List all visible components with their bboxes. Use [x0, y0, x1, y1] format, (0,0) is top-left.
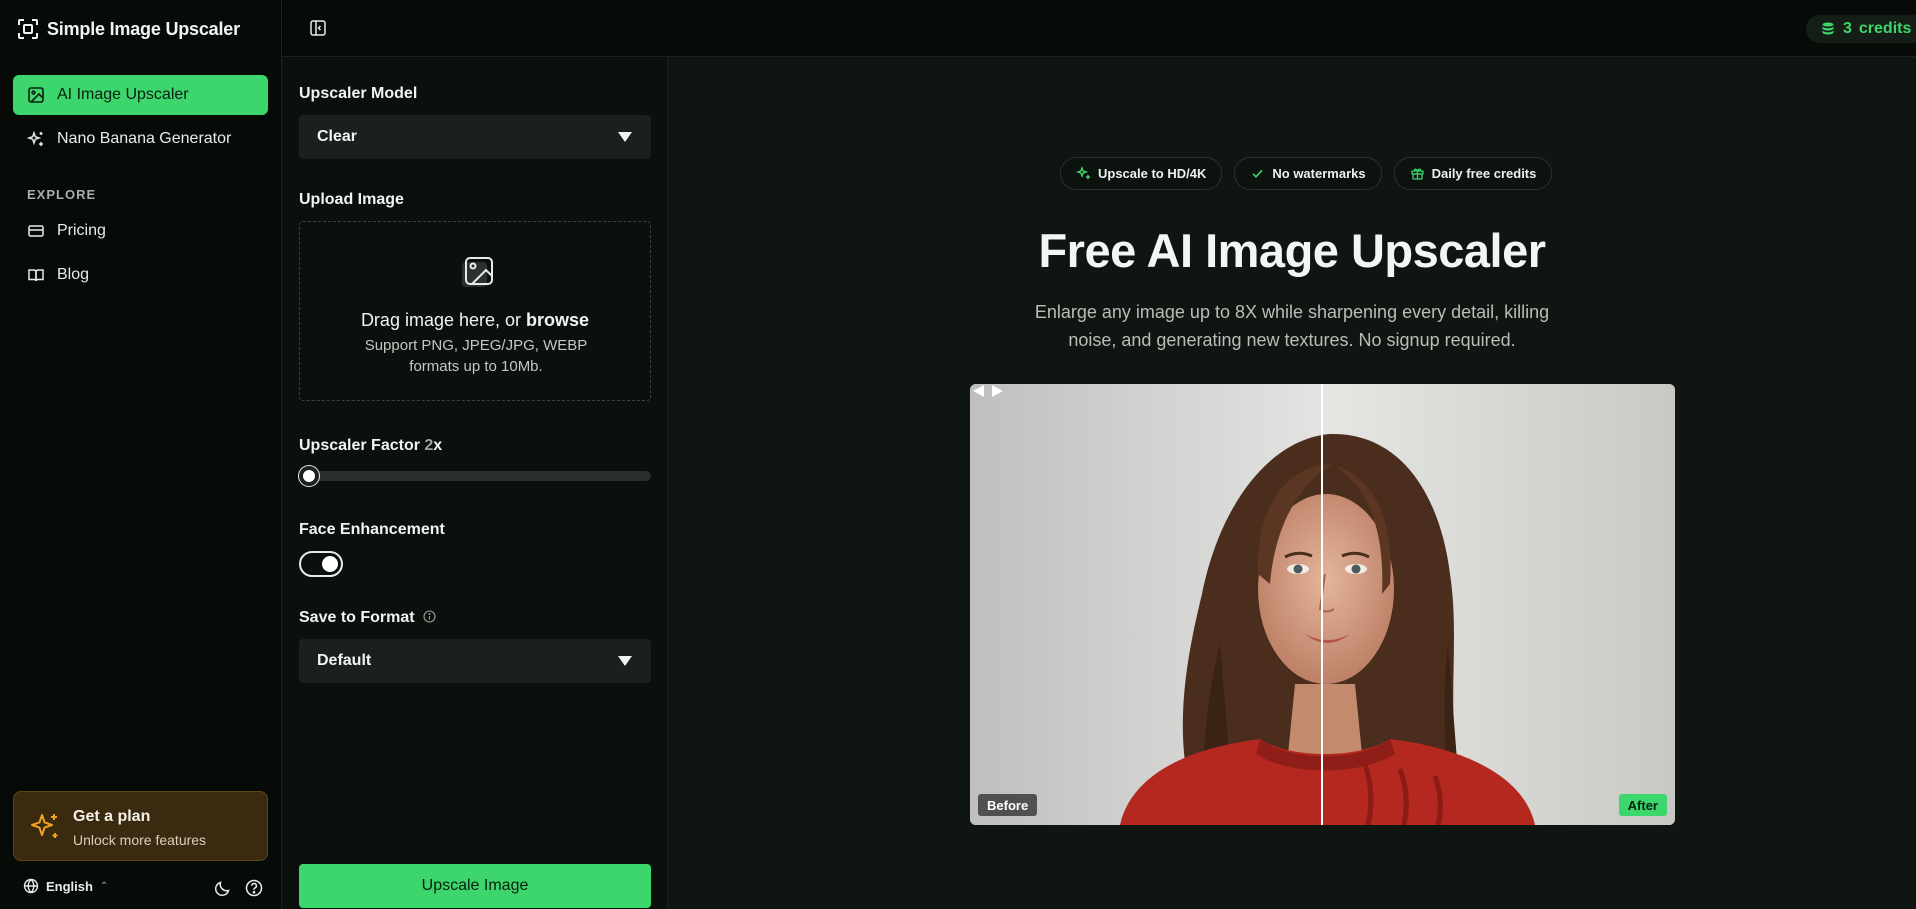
hero-subtitle: Enlarge any image up to 8X while sharpen… [1034, 302, 1550, 350]
sidebar-toggle-icon[interactable] [309, 19, 327, 37]
sparkle-icon [31, 814, 58, 838]
sidebar-item-label: Nano Banana Generator [57, 130, 232, 147]
browse-link[interactable]: browse [526, 310, 589, 330]
image-icon [28, 87, 44, 103]
coins-icon [1822, 22, 1834, 35]
feature-badges: Upscale to HD/4K No watermarks Daily fre… [1060, 157, 1553, 190]
face-enhancement-toggle[interactable] [299, 551, 343, 577]
badge-upscale-hd: Upscale to HD/4K [1060, 157, 1223, 190]
factor-slider-track[interactable] [299, 471, 651, 481]
format-select[interactable]: Default [299, 639, 651, 683]
model-label: Upscaler Model [299, 85, 418, 102]
upload-instructions: Drag image here, or browse [300, 310, 650, 331]
chevron-up-icon: ⌃ [99, 880, 109, 892]
upload-dropzone[interactable]: Drag image here, or browse Support PNG, … [299, 221, 651, 401]
help-icon[interactable] [244, 878, 264, 898]
get-a-plan-card[interactable]: Get a plan Unlock more features [13, 791, 268, 861]
book-icon [28, 269, 44, 282]
hero-section: Upscale to HD/4K No watermarks Daily fre… [668, 57, 1916, 909]
upscale-image-button[interactable]: Upscale Image [299, 864, 651, 908]
section-label-explore: EXPLORE [27, 187, 97, 202]
app-root: Simple Image Upscaler AI Image Upscaler … [0, 0, 1916, 909]
sidebar-item-label: AI Image Upscaler [57, 86, 189, 103]
dropdown-arrow-icon [618, 656, 632, 666]
info-icon[interactable] [423, 610, 436, 623]
badge-no-watermarks: No watermarks [1234, 157, 1382, 190]
format-label-text: Save to Format [299, 609, 415, 626]
before-label: Before [978, 794, 1038, 816]
sparkles-icon [1076, 166, 1090, 179]
model-select[interactable]: Clear [299, 115, 651, 159]
logo-icon [18, 19, 38, 39]
badge-daily-credits: Daily free credits [1393, 157, 1553, 190]
badge-label: Upscale to HD/4K [1098, 166, 1207, 181]
sidebar-item-label: Blog [57, 266, 90, 283]
credits-count: 3 [1843, 20, 1852, 37]
format-value: Default [317, 652, 372, 669]
credits-label: credits [1858, 20, 1912, 37]
plan-subtitle: Unlock more features [73, 832, 207, 848]
upscaler-controls: Upscaler Model Clear Upload Image Drag i… [282, 57, 668, 909]
factor-label: Upscaler Factor 2x [299, 437, 442, 455]
factor-value: 2 [424, 437, 434, 454]
factor-slider-thumb[interactable] [299, 466, 319, 486]
app-title: Simple Image Upscaler [47, 18, 240, 39]
sidebar-item-ai-image-upscaler[interactable]: AI Image Upscaler [13, 75, 268, 115]
sidebar-item-label: Pricing [57, 222, 106, 239]
dropdown-arrow-icon [618, 132, 632, 142]
badge-label: Daily free credits [1431, 166, 1537, 181]
sidebar-item-nano-banana-generator[interactable]: Nano Banana Generator [13, 119, 268, 159]
moon-icon[interactable] [213, 878, 233, 898]
credits-badge[interactable]: 3 credits [1806, 15, 1916, 43]
after-label: After [1618, 794, 1667, 816]
language-selector[interactable]: English ⌃ [23, 878, 108, 894]
sidebar-item-pricing[interactable]: Pricing [13, 211, 268, 251]
top-bar: 3 credits [282, 0, 1916, 57]
badge-label: No watermarks [1272, 166, 1366, 181]
sidebar: Simple Image Upscaler AI Image Upscaler … [0, 0, 282, 909]
sidebar-footer: English ⌃ [0, 876, 282, 902]
brand[interactable]: Simple Image Upscaler [17, 18, 240, 40]
before-after-comparison[interactable]: Before After [970, 384, 1675, 825]
sidebar-item-blog[interactable]: Blog [13, 255, 268, 295]
face-enhancement-label: Face Enhancement [299, 521, 445, 538]
comparison-divider[interactable] [1321, 384, 1323, 825]
format-label: Save to Format [299, 609, 436, 627]
toggle-knob [322, 556, 338, 572]
plan-title: Get a plan [73, 808, 151, 825]
sparkles-icon [27, 130, 43, 146]
check-icon [1252, 169, 1263, 178]
credit-card-icon [28, 225, 44, 237]
globe-icon [23, 878, 39, 894]
upload-hint: Support PNG, JPEG/JPG, WEBP formats up t… [364, 337, 588, 375]
language-label: English [46, 878, 93, 894]
hero-title: Free AI Image Upscaler [1038, 224, 1546, 277]
gift-icon [1410, 168, 1424, 180]
image-upload-icon [462, 257, 493, 287]
factor-unit: x [433, 437, 443, 454]
factor-label-text: Upscaler Factor [299, 437, 425, 454]
upload-label: Upload Image [299, 191, 404, 208]
compare-handle-icon[interactable] [970, 384, 1006, 398]
upload-text: Drag image here, or [360, 310, 527, 330]
model-value: Clear [317, 128, 358, 145]
